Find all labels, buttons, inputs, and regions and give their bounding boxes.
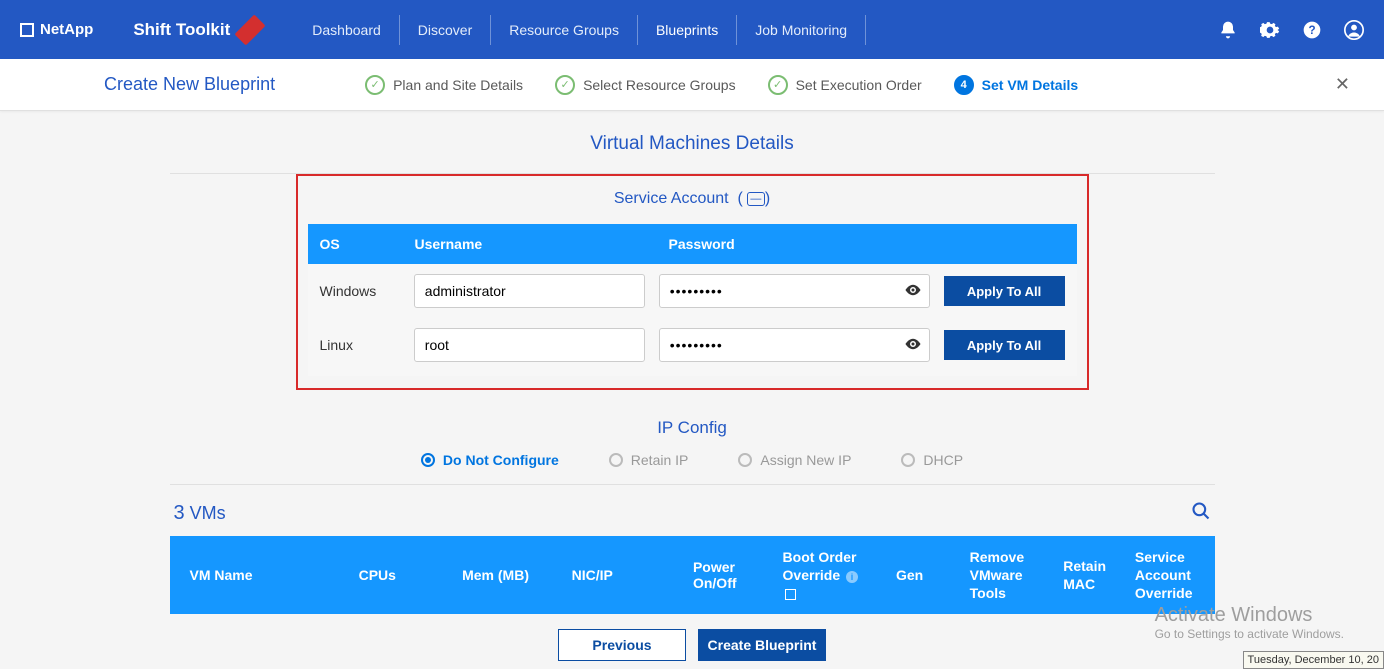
step-set-execution-order[interactable]: ✓ Set Execution Order [768,75,922,95]
password-input[interactable] [659,274,930,308]
nav-discover[interactable]: Discover [399,15,490,45]
check-icon: ✓ [365,75,385,95]
bell-icon[interactable] [1218,20,1238,40]
radio-icon [421,453,435,467]
search-icon[interactable] [1191,501,1211,526]
col-nic: NIC/IP [562,567,683,583]
os-label: Linux [320,337,400,353]
info-icon[interactable]: i [846,571,858,583]
collapse-icon[interactable]: — [747,192,765,206]
checkbox-icon[interactable] [785,589,796,600]
check-icon: ✓ [555,75,575,95]
wizard-title: Create New Blueprint [104,74,275,95]
col-gen: Gen [886,567,960,583]
top-nav: NetApp Shift Toolkit Dashboard Discover … [0,0,1384,59]
col-power: Power On/Off [683,559,773,591]
nav-right: ? [1218,20,1364,40]
toolkit-title: Shift Toolkit [133,20,264,40]
step-number-icon: 4 [954,75,974,95]
username-input[interactable] [414,274,645,308]
page-title: Virtual Machines Details [170,133,1215,155]
content: Virtual Machines Details Service Account… [170,111,1215,614]
check-icon: ✓ [768,75,788,95]
step-select-resource-groups[interactable]: ✓ Select Resource Groups [555,75,736,95]
nav-blueprints[interactable]: Blueprints [637,15,736,45]
password-input[interactable] [659,328,930,362]
radio-icon [609,453,623,467]
radio-do-not-configure[interactable]: Do Not Configure [421,452,559,468]
eye-icon[interactable] [904,281,922,304]
wizard-bar: Create New Blueprint ✓ Plan and Site Det… [0,59,1384,111]
ip-config-title: IP Config [170,418,1215,438]
sa-table-header: OS Username Password [308,224,1077,264]
col-os: OS [320,236,415,252]
sa-row-linux: Linux Apply To All [308,318,1077,372]
gear-icon[interactable] [1260,20,1280,40]
eye-icon[interactable] [904,335,922,358]
radio-icon [738,453,752,467]
vms-summary-bar: 3 VMs [170,485,1215,536]
radio-retain-ip[interactable]: Retain IP [609,452,689,468]
service-account-title: Service Account (—) [308,190,1077,208]
wizard-steps: ✓ Plan and Site Details ✓ Select Resourc… [365,75,1078,95]
radio-dhcp[interactable]: DHCP [901,452,963,468]
brand-logo: NetApp [20,21,93,38]
radio-assign-new-ip[interactable]: Assign New IP [738,452,851,468]
col-service-override: Service Account Override [1125,548,1215,603]
footer-buttons: Previous Create Blueprint [0,629,1384,661]
previous-button[interactable]: Previous [558,629,686,661]
col-boot-order: Boot Order Override i [773,548,886,603]
service-account-panel: Service Account (—) OS Username Password… [296,174,1089,390]
ip-config-options: Do Not Configure Retain IP Assign New IP… [170,452,1215,468]
brand-name: NetApp [40,21,93,38]
service-account-table: OS Username Password Windows Apply To Al… [308,224,1077,376]
vm-count: 3 VMs [174,502,226,525]
user-icon[interactable] [1344,20,1364,40]
os-label: Windows [320,283,400,299]
vm-table-header: VM Name CPUs Mem (MB) NIC/IP Power On/Of… [170,536,1215,614]
date-tooltip: Tuesday, December 10, 20 [1243,651,1384,669]
sa-row-windows: Windows Apply To All [308,264,1077,318]
preview-badge-icon [235,14,266,45]
step-set-vm-details[interactable]: 4 Set VM Details [954,75,1078,95]
svg-text:?: ? [1308,24,1315,37]
col-remove-tools: Remove VMware Tools [960,548,1054,603]
col-cpus: CPUs [349,567,453,583]
col-password: Password [669,236,1065,252]
help-icon[interactable]: ? [1302,20,1322,40]
netapp-logo-icon [20,23,34,37]
col-username: Username [415,236,669,252]
sa-table-body: Windows Apply To All Linux Apply T [308,264,1077,376]
radio-icon [901,453,915,467]
close-icon[interactable]: ✕ [1325,70,1360,99]
nav-dashboard[interactable]: Dashboard [294,15,399,45]
nav-job-monitoring[interactable]: Job Monitoring [736,15,865,45]
col-vm-name: VM Name [170,567,349,583]
step-plan-and-site[interactable]: ✓ Plan and Site Details [365,75,523,95]
nav-resource-groups[interactable]: Resource Groups [490,15,637,45]
create-blueprint-button[interactable]: Create Blueprint [698,629,826,661]
username-input[interactable] [414,328,645,362]
apply-to-all-button[interactable]: Apply To All [944,330,1065,360]
apply-to-all-button[interactable]: Apply To All [944,276,1065,306]
col-retain-mac: Retain MAC [1053,557,1125,593]
col-mem: Mem (MB) [452,567,561,583]
nav-links: Dashboard Discover Resource Groups Bluep… [294,0,866,59]
